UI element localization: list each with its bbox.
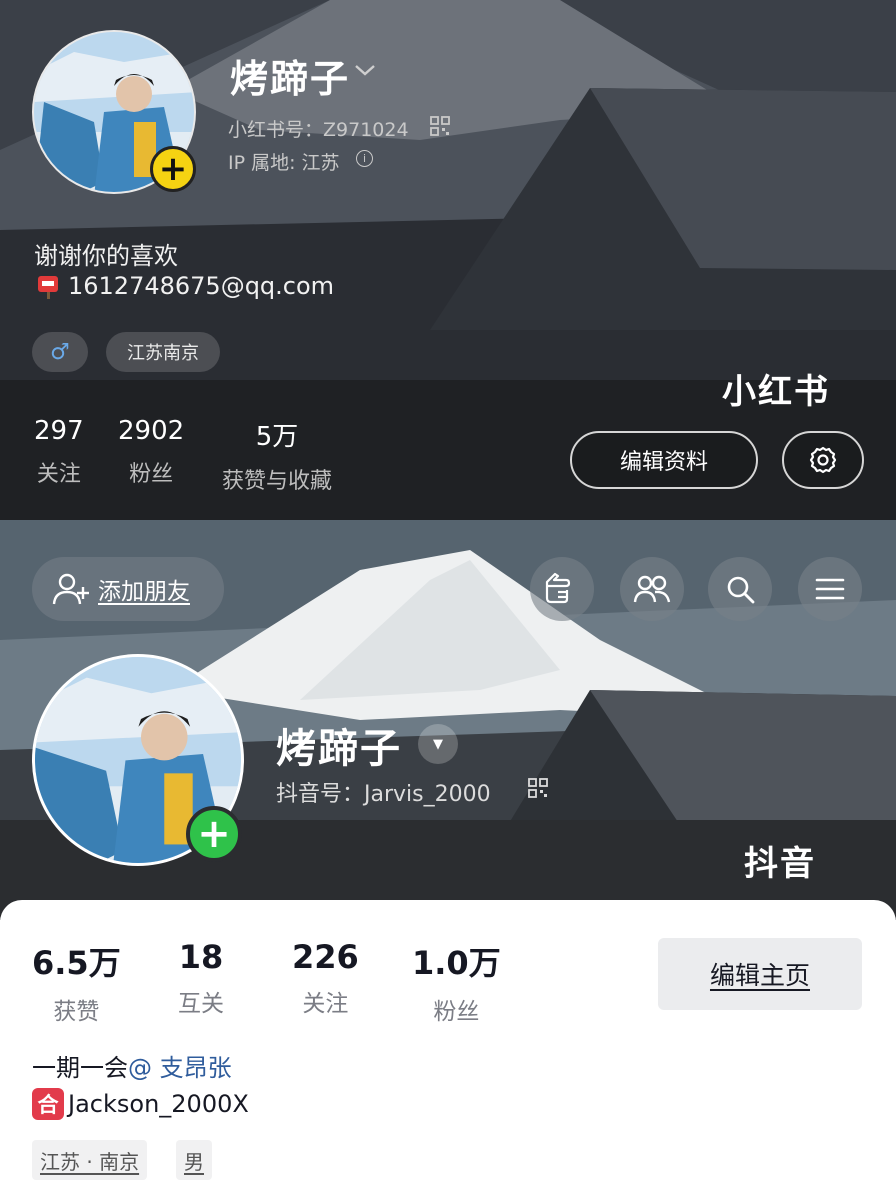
edit-home-button[interactable]: 编辑主页 (658, 938, 862, 1010)
mailbox-icon (38, 276, 58, 299)
gender-tag[interactable]: 男 (176, 1140, 212, 1180)
add-icon[interactable]: + (150, 146, 196, 192)
add-user-icon (52, 573, 89, 605)
gender-tag-label: 男 (184, 1149, 204, 1174)
stat-likes-collections[interactable]: 5万 获赞与收藏 (222, 416, 332, 495)
gear-icon (809, 446, 837, 474)
nickname: 烤蹄子 (230, 57, 351, 101)
dropdown-triangle-icon[interactable]: ▼ (418, 724, 458, 764)
bio-text: 一期一会 (32, 1054, 128, 1082)
he-badge-icon: 合 (32, 1088, 64, 1120)
bio-line: 1612748675@qq.com (34, 272, 334, 300)
qrcode-icon[interactable] (528, 778, 548, 798)
contact-email: 1612748675@qq.com (68, 272, 335, 300)
stat-value: 6.5万 (32, 944, 121, 982)
friends-icon (633, 575, 671, 603)
stat-followers[interactable]: 1.0万 粉丝 (412, 938, 501, 1026)
menu-button[interactable] (798, 557, 862, 621)
info-icon[interactable]: i (356, 150, 373, 167)
stat-label: 互关 (178, 991, 224, 1017)
user-id: 抖音号：Jarvis_2000 (276, 782, 491, 807)
pointing-hand-icon (545, 572, 571, 604)
edit-home-label: 编辑主页 (709, 961, 810, 990)
stat-label: 获赞与收藏 (222, 469, 333, 494)
nickname: 烤蹄子 (276, 726, 402, 772)
douyin-profile-panel: 添加朋友 + 烤蹄子 ▼ 抖音号：Jarvis_2000 抖音 6.5万 获赞 … (0, 520, 896, 1200)
stat-label: 粉丝 (129, 462, 174, 487)
brand-caption: 抖音 (744, 844, 816, 884)
visitors-button[interactable] (530, 557, 594, 621)
stat-label: 获赞 (53, 999, 100, 1025)
add-icon[interactable]: + (186, 806, 242, 862)
search-icon (727, 576, 755, 604)
location-tag-label: 江苏 · 南京 (40, 1149, 140, 1174)
xiaohongshu-profile-panel: + 烤蹄子 小红书号：Z971024 IP 属地: 江苏 i 谢谢你的喜欢 16… (0, 0, 896, 520)
bio-line: 谢谢你的喜欢 (34, 242, 178, 270)
edit-profile-button[interactable]: 编辑资料 (570, 431, 758, 489)
settings-button[interactable] (782, 431, 864, 489)
location-tag[interactable]: 江苏 · 南京 (32, 1140, 148, 1180)
bio-line: 一期一会@ 支昂张 (32, 1048, 232, 1083)
chevron-down-icon[interactable] (354, 58, 376, 83)
bio-text: Jackson_2000X (68, 1090, 249, 1118)
menu-icon (815, 578, 845, 600)
add-friend-button[interactable]: 添加朋友 (32, 557, 224, 621)
stat-value: 226 (292, 938, 359, 976)
stat-label: 粉丝 (433, 999, 480, 1025)
friends-button[interactable] (620, 557, 684, 621)
stat-value: 5万 (255, 422, 299, 452)
ip-location: IP 属地: 江苏 (228, 152, 340, 174)
stat-likes[interactable]: 6.5万 获赞 (32, 938, 121, 1026)
stat-following[interactable]: 226 关注 (292, 938, 359, 1018)
user-id: 小红书号：Z971024 (228, 119, 409, 141)
add-friend-label: 添加朋友 (98, 579, 190, 605)
search-button[interactable] (708, 557, 772, 621)
stat-label: 关注 (36, 462, 81, 487)
stat-mutual[interactable]: 18 互关 (178, 938, 224, 1018)
stat-value: 297 (34, 416, 84, 446)
stat-label: 关注 (302, 991, 349, 1017)
brand-caption: 小红书 (722, 372, 830, 412)
stat-following[interactable]: 297 关注 (34, 416, 84, 488)
stat-value: 2902 (118, 416, 185, 446)
qrcode-icon[interactable] (430, 116, 450, 136)
profile-card: 6.5万 获赞 18 互关 226 关注 1.0万 粉丝 编辑主页 一期一会@ … (0, 900, 896, 1200)
gender-tag: ♂ (32, 332, 88, 372)
mention-link[interactable]: @ 支昂张 (128, 1054, 232, 1082)
stat-value: 1.0万 (412, 944, 501, 982)
stat-followers[interactable]: 2902 粉丝 (118, 416, 184, 488)
stat-value: 18 (178, 938, 224, 976)
bio-line: 合 Jackson_2000X (32, 1088, 249, 1120)
location-tag: 江苏南京 (106, 332, 220, 372)
